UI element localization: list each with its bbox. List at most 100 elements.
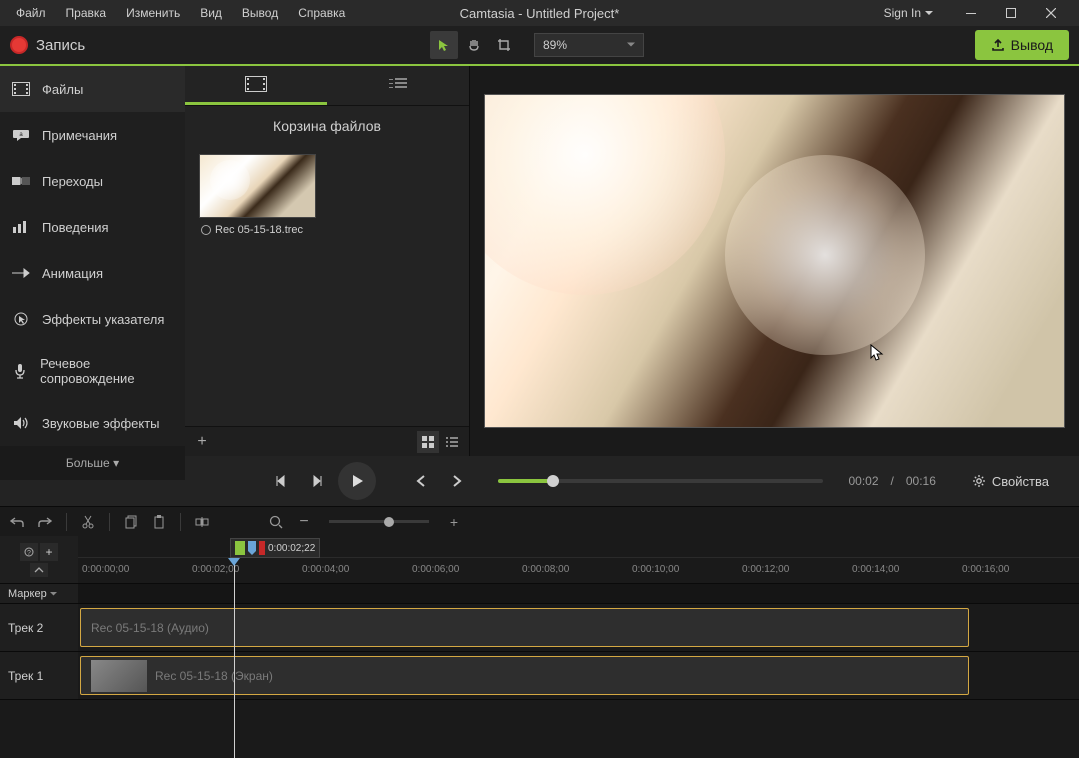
crop-tool[interactable] [490,31,518,59]
sidebar-item-animations[interactable]: Анимация [0,250,185,296]
track-2: Трек 2 Rec 05-15-18 (Аудио) [0,604,1079,652]
media-item-label-row: Rec 05-15-18.trec [199,218,319,242]
collapse-tracks-button[interactable] [30,563,48,577]
recording-icon [201,225,211,235]
pan-tool[interactable] [460,31,488,59]
redo-button[interactable] [34,511,56,533]
menu-edit[interactable]: Правка [58,3,115,23]
export-label: Вывод [1011,37,1053,53]
canvas-tools: 89% [430,31,644,59]
clip-thumbnail [91,660,147,692]
playhead[interactable]: 0:00:02;22 [230,538,320,558]
bin-title: Корзина файлов [185,106,469,146]
undo-button[interactable] [6,511,28,533]
bin-tab-library[interactable] [327,66,469,105]
sidebar-item-label: Речевое сопровождение [40,356,173,386]
playhead-line [234,558,235,758]
menu-view[interactable]: Вид [192,3,230,23]
time-separator: / [891,474,894,488]
copy-button[interactable] [120,511,142,533]
paste-button[interactable] [148,511,170,533]
sidebar-item-media[interactable]: Файлы [0,66,185,112]
menu-share[interactable]: Вывод [234,3,286,23]
playback-scrubber[interactable] [498,479,823,483]
maximize-button[interactable] [991,0,1031,26]
sidebar-item-behaviors[interactable]: Поведения [0,204,185,250]
signin-button[interactable]: Sign In [878,3,939,23]
track-label[interactable]: Трек 1 [0,652,78,699]
minimize-button[interactable] [951,0,991,26]
close-button[interactable] [1031,0,1071,26]
audio-clip[interactable]: Rec 05-15-18 (Аудио) [80,608,969,647]
add-media-button[interactable]: + [191,431,213,453]
animation-icon [12,264,30,282]
tick: 0:00:08;00 [522,564,569,575]
transitions-icon [12,172,30,190]
grid-view-button[interactable] [417,431,439,453]
prev-clip-button[interactable] [406,466,436,496]
sidebar-item-label: Примечания [42,128,117,143]
track-content[interactable]: Rec 05-15-18 (Аудио) [78,604,1079,651]
upload-icon [991,38,1005,52]
record-icon [10,36,28,54]
cut-button[interactable] [77,511,99,533]
record-button[interactable]: Запись [10,36,85,54]
prev-frame-button[interactable] [266,466,296,496]
zoom-handle[interactable] [384,517,394,527]
bin-tabs [185,66,469,106]
sidebar-item-label: Эффекты указателя [42,312,164,327]
menu-help[interactable]: Справка [290,3,353,23]
menubar: Файл Правка Изменить Вид Вывод Справка C… [0,0,1079,26]
track-label[interactable]: Трек 2 [0,604,78,651]
play-button[interactable] [338,462,376,500]
svg-text:?: ? [27,550,31,557]
sidebar-item-cursor-effects[interactable]: Эффекты указателя [0,296,185,342]
annotation-icon: a [12,126,30,144]
marker-label[interactable]: Маркер [0,584,78,603]
zoom-in-button[interactable]: + [443,511,465,533]
next-clip-button[interactable] [442,466,472,496]
track-content[interactable]: Rec 05-15-18 (Экран) [78,652,1079,699]
zoom-icon [265,511,287,533]
tick: 0:00:00;00 [82,564,129,575]
caret-down-icon [627,43,635,48]
zoom-select[interactable]: 89% [534,33,644,57]
tick: 0:00:04;00 [302,564,349,575]
split-button[interactable] [191,511,213,533]
video-clip[interactable]: Rec 05-15-18 (Экран) [80,656,969,695]
preview-canvas[interactable] [484,94,1065,428]
clip-label: Rec 05-15-18 (Экран) [155,669,273,683]
zoom-slider[interactable] [329,520,429,523]
next-frame-button[interactable] [302,466,332,496]
sidebar-item-audio-effects[interactable]: Звуковые эффекты [0,400,185,446]
sidebar-item-label: Анимация [42,266,103,281]
media-item-label: Rec 05-15-18.trec [215,224,303,236]
sidebar-item-annotations[interactable]: a Примечания [0,112,185,158]
add-track-button[interactable]: + [40,543,58,561]
scrub-fill [498,479,553,483]
sidebar-item-transitions[interactable]: Переходы [0,158,185,204]
media-icon [12,80,30,98]
timeline-header-left: ? + [0,536,78,583]
timeline-ruler[interactable]: 0:00:02;22 0:00:00;00 0:00:02;00 0:00:04… [78,536,1079,583]
sidebar-item-label: Файлы [42,82,83,97]
quiz-track-button[interactable]: ? [20,543,38,561]
cursor-effects-icon [12,310,30,328]
gear-icon [972,474,986,488]
zoom-out-button[interactable]: − [293,511,315,533]
list-view-button[interactable] [441,431,463,453]
menu-file[interactable]: Файл [8,3,54,23]
select-tool[interactable] [430,31,458,59]
properties-button[interactable]: Свойства [962,468,1059,495]
bin-tab-media[interactable] [185,66,327,105]
media-item[interactable]: Rec 05-15-18.trec [199,154,319,242]
main-area: Файлы a Примечания Переходы Поведения Ан… [0,66,1079,456]
sidebar-item-voice[interactable]: Речевое сопровождение [0,342,185,400]
export-button[interactable]: Вывод [975,30,1069,60]
media-thumbnail [199,154,316,218]
scrub-handle[interactable] [547,475,559,487]
menu-modify[interactable]: Изменить [118,3,188,23]
caret-down-icon [50,592,57,596]
sidebar-more-button[interactable]: Больше ▾ [0,446,185,480]
tick: 0:00:06;00 [412,564,459,575]
